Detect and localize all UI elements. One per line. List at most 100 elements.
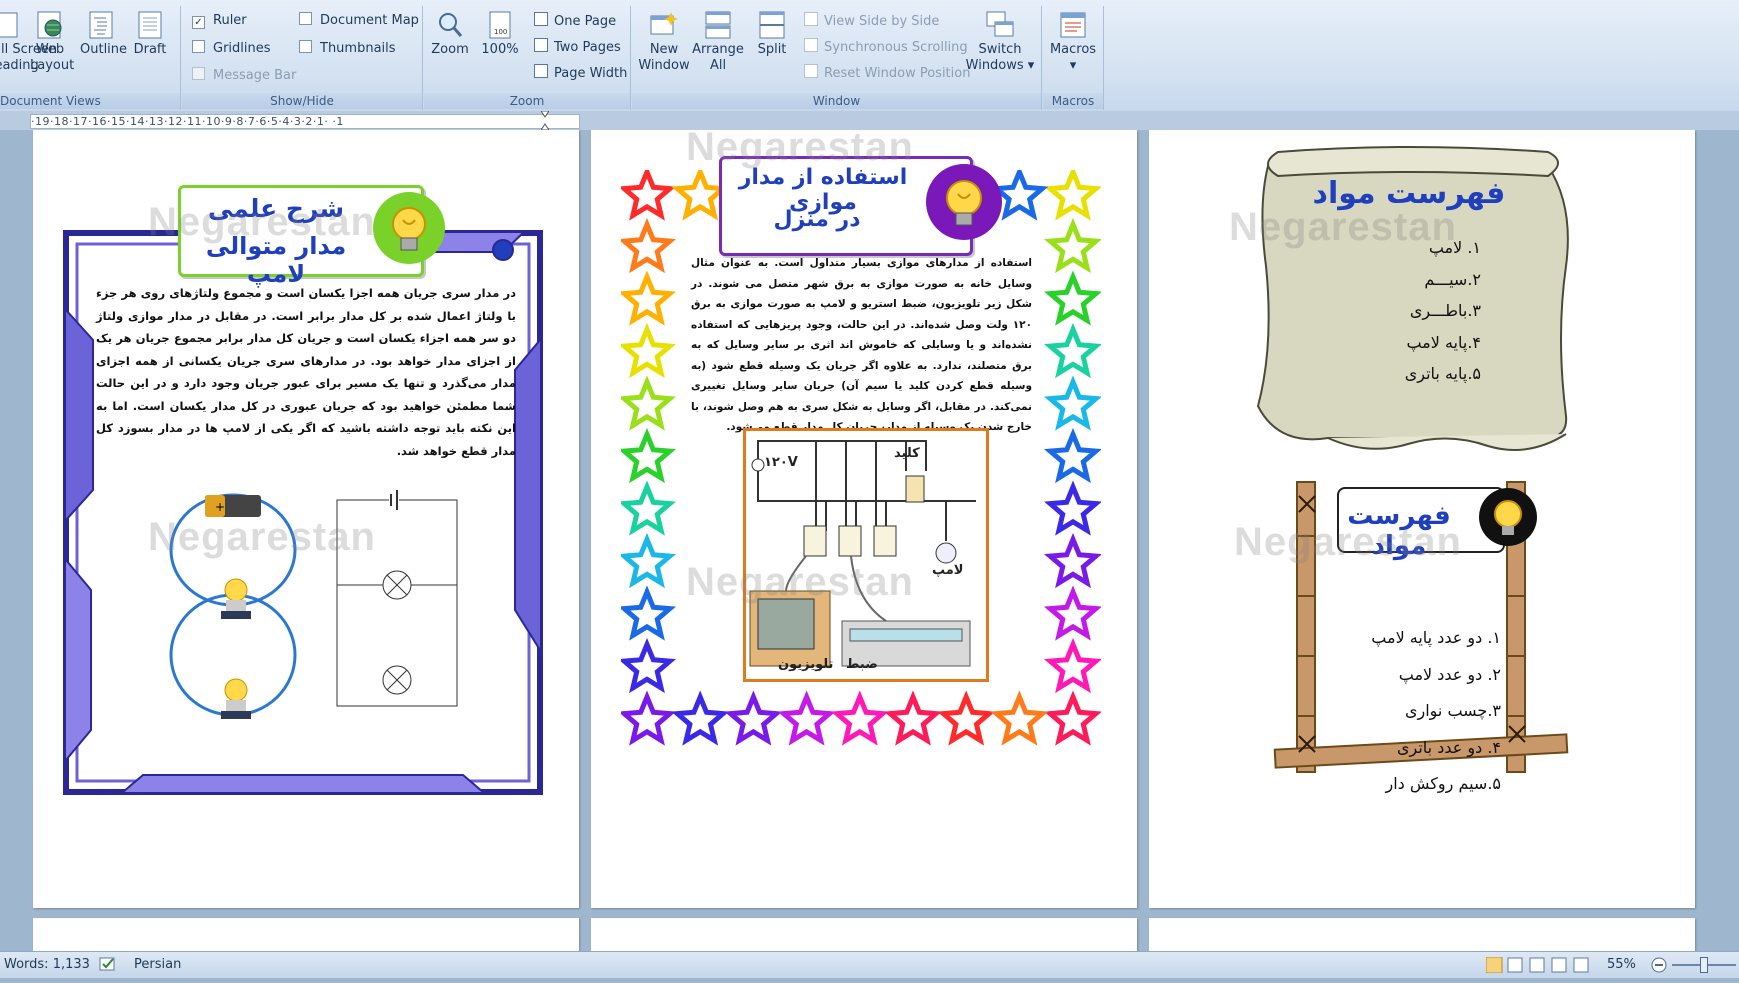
star-shape xyxy=(1043,217,1101,274)
page-6-top[interactable] xyxy=(1149,918,1695,951)
full-screen-view-icon xyxy=(1507,957,1523,973)
list-item: ۴. دو عدد باتری xyxy=(1397,737,1501,757)
list-item: ۱. لامپ xyxy=(1428,238,1481,257)
star-shape xyxy=(621,585,677,641)
indent-marker-icon[interactable] xyxy=(541,111,549,130)
list-item: ۴.پایه لامپ xyxy=(1406,332,1481,352)
gridlines-checkbox[interactable]: Gridlines xyxy=(192,40,271,58)
switch-windows-label: Switch Windows ▾ xyxy=(965,42,1035,73)
full-screen-reading-button[interactable]: Full Screen Reading xyxy=(0,10,57,74)
materials-list-2-title: فهرست مواد xyxy=(1347,501,1451,561)
figure-recorder-label: ضبط xyxy=(846,657,878,672)
synchronous-scrolling-button[interactable]: Synchronous Scrolling xyxy=(804,38,968,56)
globe-icon xyxy=(35,10,65,40)
new-window-button[interactable]: New Window xyxy=(636,10,692,74)
two-pages-label: Two Pages xyxy=(554,40,621,55)
star-shape xyxy=(1043,480,1101,536)
macros-icon xyxy=(1058,10,1088,40)
proofing-icon[interactable] xyxy=(99,956,117,972)
split-icon xyxy=(757,10,787,40)
zoom-out-icon[interactable] xyxy=(1651,957,1667,983)
star-shape xyxy=(621,375,677,431)
zoom-button[interactable]: Zoom xyxy=(428,10,472,58)
one-page-icon xyxy=(534,12,548,26)
reset-window-position-button[interactable]: Reset Window Position xyxy=(804,64,970,82)
group-show-hide: ✓ Ruler Gridlines Message Bar Document Ma… xyxy=(182,6,423,110)
materials-list-1: ۱. لامپ ۲.سیـــم ۳.باطـــری ۴.پایه لامپ ۵.پا… xyxy=(1259,232,1481,390)
web-layout-button[interactable]: Web Layout xyxy=(30,10,74,74)
outline-label: Outline xyxy=(80,42,128,57)
document-map-checkbox[interactable]: Document Map xyxy=(299,12,419,30)
page-width-label: Page Width xyxy=(554,66,628,81)
page-4-top[interactable] xyxy=(33,918,579,951)
star-shape xyxy=(1043,585,1101,641)
list-item: ۲.سیـــم xyxy=(1424,269,1481,289)
document-area[interactable]: شرح علمی مدار متوالی لامپ در مدار سری جر… xyxy=(0,130,1739,951)
switch-windows-button[interactable]: Switch Windows ▾ xyxy=(964,10,1036,74)
arrange-all-label: Arrange All xyxy=(692,42,744,73)
print-layout-view-icon xyxy=(1485,956,1503,974)
star-shape xyxy=(1043,170,1101,221)
star-shape xyxy=(621,270,677,326)
star-shape xyxy=(1043,322,1101,379)
language-indicator[interactable]: Persian xyxy=(134,952,181,978)
macros-button[interactable]: Macros ▾ xyxy=(1047,10,1099,74)
thumbnails-checkbox[interactable]: Thumbnails xyxy=(299,40,396,58)
two-pages-button[interactable]: Two Pages xyxy=(534,38,621,56)
page1-title-line2: مدار متوالی لامپ xyxy=(205,232,347,288)
figure-switch-label: کلید xyxy=(894,446,920,461)
view-side-by-side-button[interactable]: View Side by Side xyxy=(804,12,939,30)
sync-scrolling-label: Synchronous Scrolling xyxy=(824,40,968,55)
status-bar: Words: 1,133 Persian 55% xyxy=(0,951,1739,978)
draft-icon xyxy=(135,10,165,40)
svg-text:+: + xyxy=(215,500,225,514)
star-shape xyxy=(1043,375,1101,431)
star-shape xyxy=(1043,427,1101,484)
list-item: ۳.باطـــری xyxy=(1409,301,1481,320)
zoom-100-button[interactable]: 100 100% xyxy=(478,10,522,58)
horizontal-ruler[interactable]: ·19·18·17·16·15·14·13·12·11·10·9·8·7·6·5… xyxy=(0,111,1739,130)
star-shape xyxy=(671,170,730,221)
one-page-button[interactable]: One Page xyxy=(534,12,616,30)
view-buttons xyxy=(1485,956,1596,983)
outline-button[interactable]: Outline xyxy=(80,10,128,58)
star-shape xyxy=(671,690,730,746)
star-shape xyxy=(990,690,1049,746)
draft-view-icon xyxy=(1573,957,1589,973)
page-100-icon: 100 xyxy=(485,10,515,40)
zoom-slider-thumb[interactable] xyxy=(1700,957,1708,973)
page-1[interactable]: شرح علمی مدار متوالی لامپ در مدار سری جر… xyxy=(33,130,579,908)
list-item: ۵.سیم روکش دار xyxy=(1385,774,1502,793)
star-shape xyxy=(621,427,677,484)
document-map-label: Document Map xyxy=(320,13,419,28)
zoom-100-label: 100% xyxy=(481,42,519,57)
message-bar-label: Message Bar xyxy=(213,68,297,83)
zoom-level[interactable]: 55% xyxy=(1607,952,1636,978)
arrange-all-button[interactable]: Arrange All xyxy=(688,10,748,74)
zoom-group-label: Zoom xyxy=(424,93,630,109)
word-count[interactable]: Words: 1,133 xyxy=(4,952,90,978)
page-2[interactable]: استفاده از مدار موازی در منزل استفاده از… xyxy=(591,130,1137,908)
star-shape xyxy=(621,637,677,694)
list-item: ۲. دو عدد لامپ xyxy=(1398,664,1501,684)
ribbon: Full Screen Reading Web Layout Outline D… xyxy=(0,0,1739,112)
materials-list-1-title: فهرست مواد xyxy=(1312,176,1506,211)
message-bar-checkbox[interactable]: Message Bar xyxy=(192,67,296,85)
list-item: ۳.چسب نواری xyxy=(1404,701,1501,720)
macros-group-label: Macros xyxy=(1043,93,1103,109)
page-5-top[interactable] xyxy=(591,918,1137,951)
ruler-checkbox[interactable]: ✓ Ruler xyxy=(192,12,247,30)
star-shape xyxy=(621,532,677,589)
reset-position-icon xyxy=(804,64,818,78)
check-icon: ✓ xyxy=(192,16,205,29)
draft-label: Draft xyxy=(133,42,167,57)
page-width-button[interactable]: Page Width xyxy=(534,64,627,82)
split-button[interactable]: Split xyxy=(748,10,796,58)
side-by-side-icon xyxy=(804,12,818,26)
page2-body-text: استفاده از مدارهای موازی بسیار متداول اس… xyxy=(691,257,1032,433)
page2-title-line2: در منزل xyxy=(773,207,861,232)
star-shape xyxy=(621,170,677,221)
draft-button[interactable]: Draft xyxy=(130,10,170,58)
group-window: New Window Arrange All Split View Side b… xyxy=(632,6,1042,110)
page-3[interactable]: فهرست مواد ۱. لامپ ۲.سیـــم ۳.باطـــری ۴.پا… xyxy=(1149,130,1695,908)
